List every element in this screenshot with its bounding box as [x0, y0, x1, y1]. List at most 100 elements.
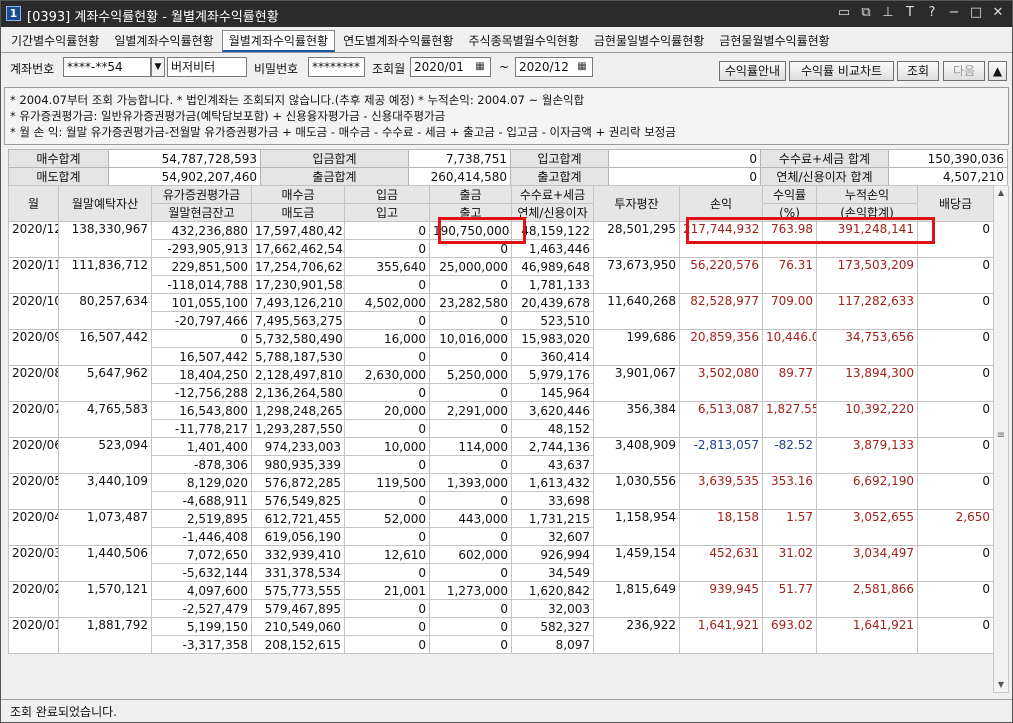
- tab-daily-return[interactable]: 일별계좌수익률현황: [107, 30, 220, 52]
- col-fee-tax[interactable]: 수수료+세금: [511, 185, 594, 204]
- cell-securities: 229,851,500: [151, 257, 252, 276]
- calendar-icon[interactable]: ▦: [573, 59, 591, 76]
- cell-avg-invest: 199,686: [593, 329, 680, 366]
- table-row[interactable]: 2020/04 1,073,487 2,519,895 612,721,455 52,0…: [8, 509, 994, 546]
- search-button[interactable]: 조회: [897, 61, 939, 81]
- font-icon[interactable]: T: [902, 5, 918, 21]
- minimize-icon[interactable]: −: [946, 5, 962, 21]
- cell-cum-pnl: 6,692,190: [816, 473, 918, 510]
- compare-chart-button[interactable]: 수익률 비교차트: [789, 61, 894, 81]
- table-row[interactable]: 2020/07 4,765,583 16,543,800 1,298,248,265 2…: [8, 401, 994, 438]
- table-row[interactable]: 2020/10 80,257,634 101,055,100 7,493,126,21…: [8, 293, 994, 330]
- tab-gold-daily-return[interactable]: 금현물일별수익률현황: [587, 30, 711, 52]
- col-sell[interactable]: 매도금: [251, 203, 345, 222]
- cell-dividend: 0: [917, 365, 994, 402]
- tab-gold-monthly-return[interactable]: 금현물월별수익률현황: [712, 30, 836, 52]
- col-cum-pnl-sub[interactable]: (손익합계): [816, 203, 918, 222]
- account-name-field: 버저비터: [167, 57, 247, 77]
- table-row[interactable]: 2020/12 138,330,967 432,236,880 17,597,480,…: [8, 221, 994, 258]
- stock-in-total-value: 0: [608, 149, 761, 168]
- col-cum-pnl[interactable]: 누적손익: [816, 185, 918, 204]
- col-buy[interactable]: 매수금: [251, 185, 345, 204]
- cell-dividend: 2,650: [917, 509, 994, 546]
- summary-row: 매수합계 54,787,728,593 입금합계 7,738,751 입고합계 …: [8, 149, 1008, 168]
- cell-stock-in: 0: [344, 563, 430, 582]
- calendar-icon[interactable]: ▦: [471, 59, 489, 76]
- cell-stock-in: 0: [344, 419, 430, 438]
- col-stock-in[interactable]: 입고: [344, 203, 430, 222]
- cell-avg-invest: 1,030,556: [593, 473, 680, 510]
- col-dividend[interactable]: 배당금: [917, 185, 994, 222]
- scroll-up-icon[interactable]: ▲: [994, 186, 1008, 200]
- cell-fee-tax: 1,613,432: [511, 473, 594, 492]
- stock-in-total-label: 입고합계: [510, 149, 609, 168]
- col-month[interactable]: 월: [8, 185, 59, 222]
- cell-cum-pnl: 117,282,633: [816, 293, 918, 330]
- cell-securities: 4,097,600: [151, 581, 252, 600]
- cell-cash-balance: -12,756,288: [151, 383, 252, 402]
- restore-icon[interactable]: ▭: [836, 5, 852, 21]
- table-row[interactable]: 2020/08 5,647,962 18,404,250 2,128,497,810 2…: [8, 365, 994, 402]
- stock-out-total-value: 0: [608, 167, 761, 186]
- status-bar: 조회 완료되었습니다.: [1, 699, 1012, 722]
- pin-icon[interactable]: ⊥: [880, 5, 896, 21]
- from-month-field[interactable]: 2020/01 ▦: [410, 57, 491, 77]
- tab-monthly-return[interactable]: 월별계좌수익률현황: [221, 30, 336, 52]
- col-return-unit[interactable]: (%): [762, 203, 817, 222]
- cell-stock-in: 0: [344, 455, 430, 474]
- cell-securities: 1,401,400: [151, 437, 252, 456]
- table-row[interactable]: 2020/11 111,836,712 229,851,500 17,254,706,…: [8, 257, 994, 294]
- table-row[interactable]: 2020/09 16,507,442 0 5,732,580,490 16,000 10,…: [8, 329, 994, 366]
- table-row[interactable]: 2020/01 1,881,792 5,199,150 210,549,060 0 0 58…: [8, 617, 994, 654]
- status-message: 조회 완료되었습니다.: [10, 705, 117, 719]
- notice-line: * 유가증권평가금: 일반유가증권평가금(예탁담보포함) + 신용융자평가금 -…: [10, 109, 446, 123]
- cell-stock-in: 0: [344, 383, 430, 402]
- col-interest[interactable]: 연체/신용이자: [511, 203, 594, 222]
- cell-stock-in: 0: [344, 275, 430, 294]
- cell-buy: 974,233,003: [251, 437, 345, 456]
- to-month-field[interactable]: 2020/12 ▦: [515, 57, 593, 77]
- col-avg-invest[interactable]: 투자평잔: [593, 185, 680, 222]
- cell-return: 31.02: [762, 545, 817, 582]
- col-deposit-asset[interactable]: 월말예탁자산: [58, 185, 152, 222]
- next-button[interactable]: 다음: [943, 61, 985, 81]
- maximize-icon[interactable]: □: [968, 5, 984, 21]
- col-securities[interactable]: 유가증권평가금: [151, 185, 252, 204]
- col-deposit-in[interactable]: 입금: [344, 185, 430, 204]
- cell-buy: 576,872,285: [251, 473, 345, 492]
- chevron-down-icon[interactable]: ▼: [151, 57, 165, 77]
- tile-icon[interactable]: ⧉: [858, 5, 874, 21]
- vertical-scrollbar[interactable]: ▲ ≡ ▼: [993, 185, 1009, 693]
- collapse-up-icon[interactable]: ▲: [988, 61, 1007, 81]
- col-pnl[interactable]: 손익: [679, 185, 763, 222]
- table-row[interactable]: 2020/03 1,440,506 7,072,650 332,939,410 12,6…: [8, 545, 994, 582]
- scroll-down-icon[interactable]: ▼: [994, 678, 1008, 692]
- tab-stock-monthly-return[interactable]: 주식종목별월수익현황: [461, 30, 585, 52]
- cell-deposit-asset: 111,836,712: [58, 257, 152, 294]
- tab-yearly-return[interactable]: 연도별계좌수익률현황: [336, 30, 460, 52]
- query-conditions: 계좌번호 ****-**54 ▼ 버저비터 비밀번호 ******** 조회월 …: [1, 56, 1012, 84]
- table-row[interactable]: 2020/05 3,440,109 8,129,020 576,872,285 119,…: [8, 473, 994, 510]
- col-stock-out[interactable]: 출고: [429, 203, 512, 222]
- password-field[interactable]: ********: [308, 57, 365, 77]
- col-withdraw[interactable]: 출금: [429, 185, 512, 204]
- close-icon[interactable]: ✕: [990, 5, 1006, 21]
- cell-stock-in: 0: [344, 311, 430, 330]
- cell-stock-in: 0: [344, 491, 430, 510]
- table-row[interactable]: 2020/02 1,570,121 4,097,600 575,773,555 21,0…: [8, 581, 994, 618]
- cell-deposit-in: 12,610: [344, 545, 430, 564]
- help-icon[interactable]: ?: [924, 5, 940, 21]
- col-cash-balance[interactable]: 월말현금잔고: [151, 203, 252, 222]
- account-number-field[interactable]: ****-**54: [63, 57, 151, 77]
- tab-period-return[interactable]: 기간별수익률현황: [4, 30, 106, 52]
- deposit-total-value: 7,738,751: [408, 149, 511, 168]
- account-label: 계좌번호: [10, 62, 55, 76]
- cell-interest: 32,003: [511, 599, 594, 618]
- cell-withdraw: 25,000,000: [429, 257, 512, 276]
- cell-stock-in: 0: [344, 239, 430, 258]
- table-row[interactable]: 2020/06 523,094 1,401,400 974,233,003 10,000…: [8, 437, 994, 474]
- return-guide-button[interactable]: 수익률안내: [719, 61, 786, 81]
- col-return[interactable]: 수익률: [762, 185, 817, 204]
- cell-deposit-in: 16,000: [344, 329, 430, 348]
- scroll-grip-icon[interactable]: ≡: [995, 430, 1007, 442]
